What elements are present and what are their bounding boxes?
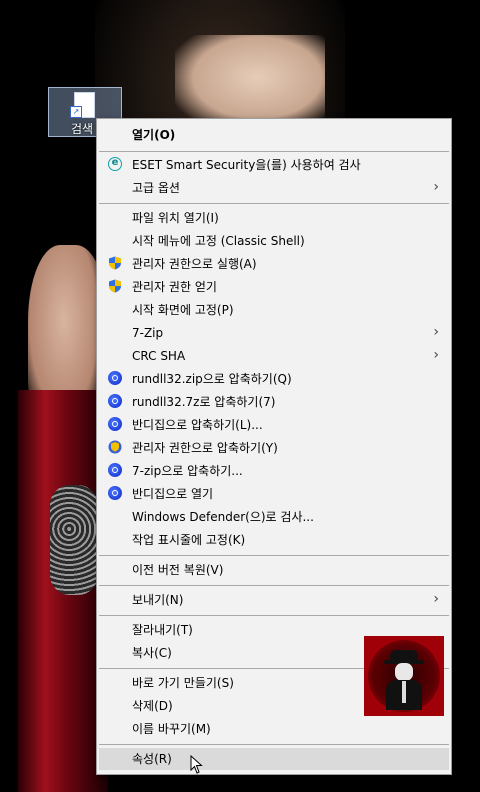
wallpaper-sleeve	[50, 485, 98, 595]
menu-item-label: Windows Defender(으)로 검사...	[132, 510, 314, 524]
menu-item-label: 시작 화면에 고정(P)	[132, 303, 234, 317]
menu-item-compress-as-admin[interactable]: 관리자 권한으로 압축하기(Y)	[99, 437, 449, 459]
shortcut-arrow-icon: ↗	[70, 106, 82, 118]
menu-item-label: rundll32.zip으로 압축하기(Q)	[132, 372, 292, 386]
menu-item-label: 반디집으로 열기	[132, 487, 214, 501]
bandizip-icon	[108, 394, 122, 408]
chevron-right-icon: ›	[433, 591, 439, 607]
bandizip-icon	[108, 417, 122, 431]
menu-item-label: 파일 위치 열기(I)	[132, 211, 219, 225]
menu-item-eset-scan[interactable]: e ESET Smart Security을(를) 사용하여 검사	[99, 154, 449, 176]
menu-item-open[interactable]: 열기(O)	[99, 124, 449, 146]
uac-shield-icon	[108, 256, 122, 270]
menu-separator	[99, 744, 449, 745]
menu-item-open-file-location[interactable]: 파일 위치 열기(I)	[99, 207, 449, 229]
menu-item-label: 고급 옵션	[132, 181, 180, 195]
menu-item-label: 바로 가기 만들기(S)	[132, 676, 234, 690]
logo-mask	[395, 663, 413, 681]
chevron-right-icon: ›	[433, 347, 439, 363]
menu-separator	[99, 615, 449, 616]
bandizip-admin-icon	[108, 440, 122, 454]
menu-item-label: 7-zip으로 압축하기...	[132, 464, 243, 478]
menu-item-run-as-admin[interactable]: 관리자 권한으로 실행(A)	[99, 253, 449, 275]
menu-item-open-bandizip[interactable]: 반디집으로 열기	[99, 483, 449, 505]
menu-item-label: 반디집으로 압축하기(L)...	[132, 418, 263, 432]
menu-item-label: 열기(O)	[132, 128, 176, 142]
menu-item-label: 작업 표시줄에 고정(K)	[132, 533, 246, 547]
menu-item-pin-start-screen[interactable]: 시작 화면에 고정(P)	[99, 299, 449, 321]
uac-shield-icon	[108, 279, 122, 293]
menu-separator	[99, 585, 449, 586]
overlay-logo-image	[364, 636, 444, 716]
bandizip-icon	[108, 463, 122, 477]
menu-item-label: 속성(R)	[132, 752, 172, 766]
menu-item-label: 관리자 권한으로 압축하기(Y)	[132, 441, 278, 455]
menu-item-label: 시작 메뉴에 고정 (Classic Shell)	[132, 234, 305, 248]
menu-item-label: 관리자 권한으로 실행(A)	[132, 257, 257, 271]
menu-item-label: ESET Smart Security을(를) 사용하여 검사	[132, 158, 361, 172]
menu-item-compress-bandizip[interactable]: 반디집으로 압축하기(L)...	[99, 414, 449, 436]
menu-item-compress-zip[interactable]: rundll32.zip으로 압축하기(Q)	[99, 368, 449, 390]
menu-separator	[99, 151, 449, 152]
menu-item-label: CRC SHA	[132, 349, 186, 363]
menu-item-send-to[interactable]: 보내기(N) ›	[99, 589, 449, 611]
menu-item-label: 이전 버전 복원(V)	[132, 563, 224, 577]
menu-item-pin-classic-shell[interactable]: 시작 메뉴에 고정 (Classic Shell)	[99, 230, 449, 252]
menu-item-pin-taskbar[interactable]: 작업 표시줄에 고정(K)	[99, 529, 449, 551]
menu-item-compress-7zip[interactable]: 7-zip으로 압축하기...	[99, 460, 449, 482]
menu-separator	[99, 555, 449, 556]
chevron-right-icon: ›	[433, 179, 439, 195]
menu-separator	[99, 203, 449, 204]
menu-item-compress-7z[interactable]: rundll32.7z로 압축하기(7)	[99, 391, 449, 413]
menu-item-advanced-options[interactable]: 고급 옵션 ›	[99, 177, 449, 199]
menu-item-take-ownership[interactable]: 관리자 권한 얻기	[99, 276, 449, 298]
menu-item-7zip[interactable]: 7-Zip ›	[99, 322, 449, 344]
menu-item-label: 관리자 권한 얻기	[132, 280, 217, 294]
menu-item-defender-scan[interactable]: Windows Defender(으)로 검사...	[99, 506, 449, 528]
menu-item-label: 삭제(D)	[132, 699, 173, 713]
menu-item-label: 보내기(N)	[132, 593, 184, 607]
bandizip-icon	[108, 371, 122, 385]
eset-icon: e	[108, 157, 122, 171]
menu-item-label: 복사(C)	[132, 646, 172, 660]
chevron-right-icon: ›	[433, 324, 439, 340]
menu-item-rename[interactable]: 이름 바꾸기(M)	[99, 718, 449, 740]
desktop-icon-label: 검색	[71, 122, 94, 136]
menu-item-label: 이름 바꾸기(M)	[132, 722, 211, 736]
logo-tie	[402, 681, 406, 703]
mouse-cursor-icon	[190, 755, 203, 774]
menu-item-label: 잘라내기(T)	[132, 623, 193, 637]
menu-item-crc-sha[interactable]: CRC SHA ›	[99, 345, 449, 367]
menu-item-restore-previous[interactable]: 이전 버전 복원(V)	[99, 559, 449, 581]
wallpaper-face	[175, 35, 325, 130]
menu-item-label: 7-Zip	[132, 326, 164, 340]
menu-item-properties[interactable]: 속성(R)	[99, 748, 449, 770]
menu-item-label: rundll32.7z로 압축하기(7)	[132, 395, 276, 409]
bandizip-icon	[108, 486, 122, 500]
